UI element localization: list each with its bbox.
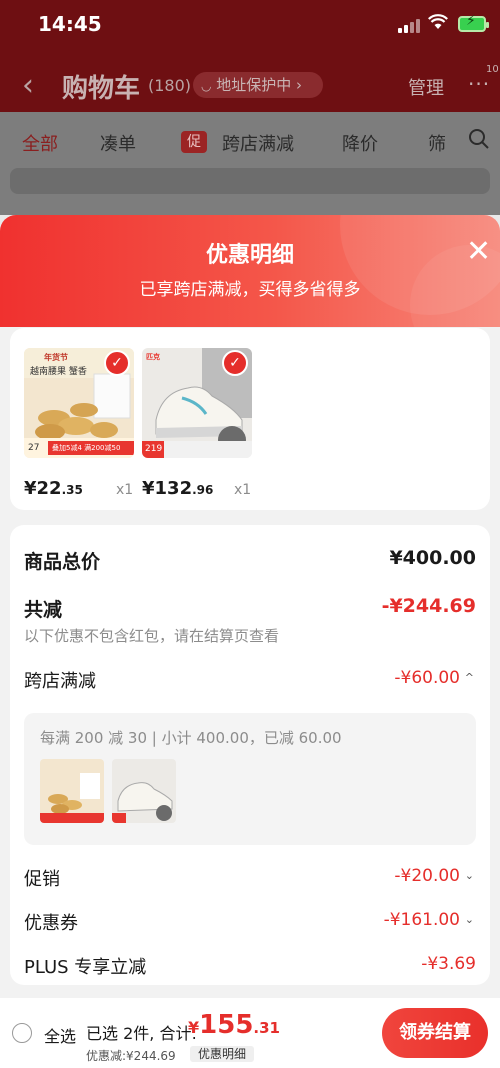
mini-thumb-cashew [40, 759, 104, 823]
coupon-value[interactable]: -¥161.00 [384, 910, 460, 930]
mini-thumb-shoe [112, 759, 176, 823]
promo-label: 促销 [24, 869, 60, 890]
thumb-badge-text: 年货节 [44, 353, 68, 362]
tab-bundle[interactable]: 凑单 [100, 130, 136, 156]
reduce-label: 共减 [24, 599, 63, 621]
tab-all[interactable]: 全部 [22, 130, 58, 156]
product-price: ¥22.35 [24, 478, 83, 499]
tab-price-drop[interactable]: 降价 [342, 130, 378, 156]
product-price: ¥132.96 [142, 478, 214, 499]
cross-store-detail-box: 每满 200 减 30 | 小计 400.00，已减 60.00 [24, 713, 476, 845]
coupon-label: 优惠券 [24, 913, 78, 934]
plus-label: PLUS 专享立减 [24, 957, 147, 978]
wifi-icon [428, 14, 448, 35]
thumb-price: 219 [145, 444, 163, 454]
reduce-value: -¥244.69 [381, 595, 476, 617]
cross-store-label: 跨店满减 [24, 671, 96, 692]
thumb-brand: 匹克 [146, 353, 160, 361]
thumb-price: 27 [28, 443, 40, 453]
tabs-bar-bg [0, 112, 500, 215]
cart-count: (180) [148, 76, 192, 95]
status-time: 14:45 [38, 12, 102, 36]
discount-summary: 优惠减:¥244.69 [86, 1049, 176, 1063]
search-icon[interactable] [468, 128, 490, 156]
chevron-up-icon[interactable]: ^ [465, 671, 474, 684]
grand-total: ¥155.31 [188, 1010, 280, 1040]
promo-value[interactable]: -¥20.00 [394, 866, 460, 886]
checkout-button[interactable]: 领券结算 [382, 1008, 488, 1058]
charging-icon: ⚡ [466, 13, 476, 29]
message-badge: 10 [486, 64, 499, 75]
products-card: 年货节 越南腰果 蟹香 叠加5减4 满200减50 27 ✓ ¥22.35 x1… [10, 328, 490, 510]
total-value: ¥400.00 [389, 547, 476, 569]
discount-detail-sheet: 优惠明细 已享跨店满减，买得多省得多 ✕ 年货节 越南腰果 蟹香 叠加5减4 满… [0, 215, 500, 1068]
promo-tag-icon: 促 [181, 131, 207, 153]
select-all-radio[interactable] [12, 1023, 32, 1043]
thumb-product-name: 越南腰果 蟹香 [30, 367, 87, 377]
discount-detail-button[interactable]: 优惠明细 [190, 1046, 254, 1062]
address-protect-pill[interactable]: ◡ 地址保护中 › [193, 72, 323, 98]
chevron-down-icon[interactable]: ⌄ [465, 869, 474, 882]
selected-summary: 已选 2件, 合计: [86, 1024, 197, 1043]
check-icon: ✓ [104, 350, 130, 376]
select-all-label[interactable]: 全选 [44, 1023, 76, 1047]
sheet-subtitle: 已享跨店满减，买得多省得多 [139, 280, 361, 300]
more-icon[interactable]: ··· [468, 72, 490, 96]
summary-card: 商品总价 ¥400.00 共减 -¥244.69 以下优惠不包含红包，请在结算页… [10, 525, 490, 985]
tab-filter[interactable]: 筛 [428, 130, 446, 156]
tab-cross-store[interactable]: 跨店满减 [222, 130, 294, 156]
signal-icon [398, 17, 420, 33]
cross-store-detail-text: 每满 200 减 30 | 小计 400.00，已减 60.00 [40, 729, 342, 747]
sheet-header [0, 215, 500, 327]
plus-value: -¥3.69 [421, 954, 476, 974]
product-qty: x1 [116, 482, 134, 498]
reduce-note: 以下优惠不包含红包，请在结算页查看 [24, 627, 280, 645]
page-title: 购物车 [62, 74, 141, 104]
total-label: 商品总价 [24, 551, 101, 573]
close-icon[interactable]: ✕ [466, 237, 491, 267]
search-bar-bg [10, 168, 490, 194]
back-icon[interactable]: ‹ [22, 68, 34, 103]
manage-button[interactable]: 管理 [408, 74, 444, 100]
cross-store-value[interactable]: -¥60.00 [394, 668, 460, 688]
thumb-promo-text: 叠加5减4 满200减50 [52, 444, 121, 452]
shield-icon: ◡ [201, 79, 212, 93]
address-label: 地址保护中 › [216, 76, 303, 94]
sheet-title: 优惠明细 [205, 243, 294, 268]
check-icon: ✓ [222, 350, 248, 376]
chevron-down-icon[interactable]: ⌄ [465, 913, 474, 926]
product-qty: x1 [234, 482, 252, 498]
